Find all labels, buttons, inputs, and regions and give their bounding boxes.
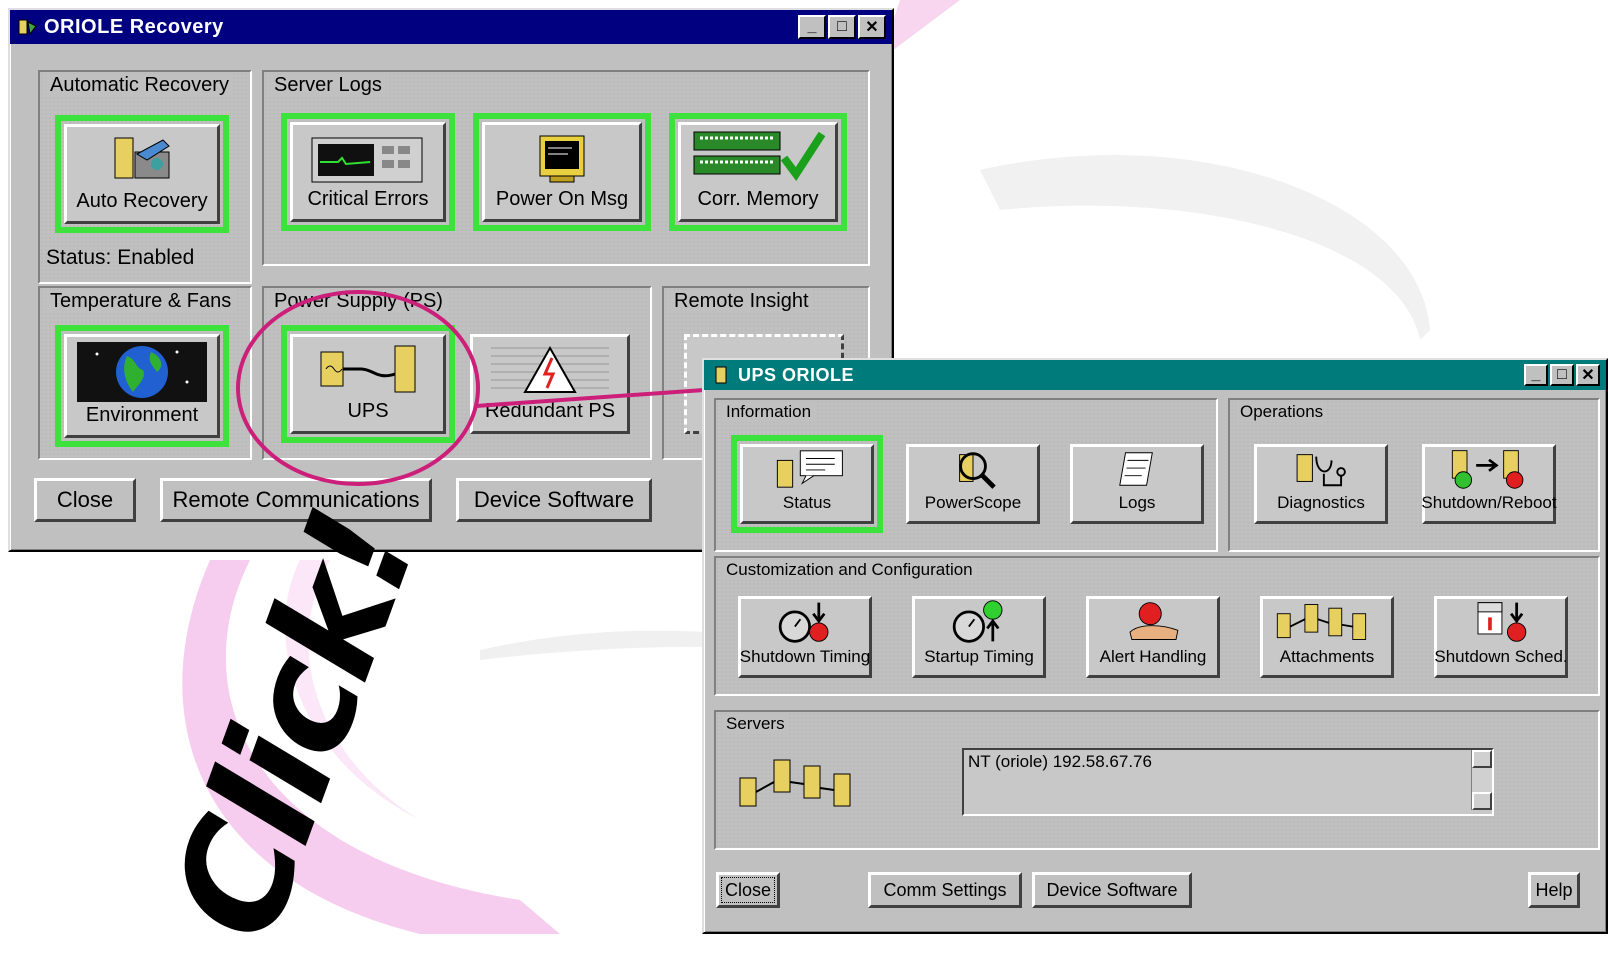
startup-timing-button[interactable]: Startup Timing	[912, 596, 1046, 678]
auto-recovery-button[interactable]: Auto Recovery	[55, 115, 229, 233]
automatic-recovery-group: Automatic Recovery Auto Recovery Status:…	[38, 70, 252, 284]
ups-title-bar[interactable]: UPS ORIOLE _ □ ✕	[704, 360, 1606, 390]
customization-group: Customization and Configuration Shutdown…	[714, 556, 1600, 696]
diagnostics-button[interactable]: Diagnostics	[1254, 444, 1388, 524]
corr-memory-label: Corr. Memory	[697, 188, 819, 210]
power-on-msg-button[interactable]: Power On Msg	[473, 113, 651, 231]
ups-button[interactable]: UPS	[281, 325, 455, 443]
shutdown-schedule-label: Shutdown Sched.	[1434, 647, 1568, 666]
recovery-app-icon	[18, 19, 37, 36]
alert-handling-button[interactable]: Alert Handling	[1086, 596, 1220, 678]
server-logs-label: Server Logs	[270, 74, 386, 97]
scroll-up-button[interactable]	[1472, 750, 1492, 768]
servers-network-icon	[1276, 604, 1367, 640]
ups-minimize-button[interactable]: _	[1524, 364, 1548, 386]
magnifier-icon	[959, 452, 996, 489]
servers-label: Servers	[722, 714, 789, 734]
operations-label: Operations	[1236, 402, 1328, 422]
scroll-down-button[interactable]	[1472, 792, 1492, 810]
startup-timing-label: Startup Timing	[924, 647, 1034, 666]
powerscope-button[interactable]: PowerScope	[906, 444, 1040, 524]
ups-window-title: UPS ORIOLE	[738, 364, 855, 385]
redundant-ps-label: Redundant PS	[484, 400, 616, 422]
recovery-device-software-button[interactable]: Device Software	[456, 478, 652, 522]
status-label: Status	[782, 493, 832, 512]
globe-icon	[77, 342, 207, 402]
monitor-device-icon	[311, 137, 423, 183]
redundant-ps-button[interactable]: Redundant PS	[470, 334, 630, 434]
power-on-msg-label: Power On Msg	[495, 188, 629, 210]
ups-label: UPS	[347, 400, 389, 422]
listbox-scrollbar[interactable]	[1471, 750, 1492, 810]
operations-group: Operations Diagnostics Shutdown/Reboot	[1228, 398, 1600, 552]
minimize-button[interactable]: _	[798, 15, 826, 39]
temperature-fans-group: Temperature & Fans Environment	[38, 286, 252, 460]
servers-listbox[interactable]: NT (oriole) 192.58.67.76	[962, 748, 1494, 816]
shutdown-schedule-button[interactable]: Shutdown Sched.	[1434, 596, 1568, 678]
stopwatch-up-icon	[952, 600, 1003, 643]
shutdown-reboot-icon	[1451, 450, 1524, 489]
recovery-status-text: Status: Enabled	[46, 246, 195, 269]
maximize-button[interactable]: □	[828, 15, 856, 39]
temperature-fans-label: Temperature & Fans	[46, 290, 236, 313]
customization-label: Customization and Configuration	[722, 560, 977, 580]
ups-device-software-button[interactable]: Device Software	[1032, 872, 1192, 908]
ups-maximize-button[interactable]: □	[1550, 364, 1574, 386]
ups-window: UPS ORIOLE _ □ ✕ Information Status Powe	[702, 358, 1608, 934]
status-icon	[776, 450, 843, 488]
information-label: Information	[722, 402, 816, 422]
close-window-button[interactable]: ✕	[858, 15, 886, 39]
memory-check-icon	[693, 131, 826, 181]
shutdown-timing-label: Shutdown Timing	[739, 647, 871, 666]
recovery-close-button[interactable]: Close	[34, 478, 136, 522]
ups-app-icon	[715, 366, 727, 384]
server-list-item[interactable]: NT (oriole) 192.58.67.76	[968, 752, 1152, 772]
toolbox-icon	[114, 137, 170, 179]
ups-server-icon	[320, 345, 416, 393]
ups-close-button[interactable]: Close	[716, 872, 780, 908]
remote-insight-label: Remote Insight	[670, 290, 813, 313]
environment-button[interactable]: Environment	[55, 325, 229, 447]
critical-errors-button[interactable]: Critical Errors	[281, 113, 455, 231]
notepad-icon	[1119, 452, 1153, 486]
calendar-icon	[1477, 602, 1527, 642]
power-supply-label: Power Supply (PS)	[270, 290, 447, 313]
warning-icon	[491, 345, 609, 393]
alert-handling-label: Alert Handling	[1099, 647, 1207, 666]
logs-button[interactable]: Logs	[1070, 444, 1204, 524]
power-supply-group: Power Supply (PS) UPS Redundant PS	[262, 286, 652, 460]
screen-message-icon	[539, 135, 585, 183]
logs-label: Logs	[1118, 493, 1156, 512]
stethoscope-icon	[1296, 454, 1346, 487]
alarm-hand-icon	[1129, 602, 1179, 640]
status-button[interactable]: Status	[731, 435, 883, 533]
information-group: Information Status PowerScope Logs	[714, 398, 1218, 552]
ups-close-window-button[interactable]: ✕	[1576, 364, 1600, 386]
corr-memory-button[interactable]: Corr. Memory	[669, 113, 847, 231]
servers-group: Servers NT (oriole) 192.58.67.76	[714, 710, 1600, 850]
attachments-label: Attachments	[1279, 647, 1375, 666]
recovery-title-bar[interactable]: ORIOLE Recovery _ □ ✕	[10, 10, 892, 44]
shutdown-timing-button[interactable]: Shutdown Timing	[738, 596, 872, 678]
help-button[interactable]: Help	[1528, 872, 1580, 908]
diagnostics-label: Diagnostics	[1277, 493, 1365, 512]
server-logs-group: Server Logs Critical Errors Power On Msg	[262, 70, 870, 266]
recovery-window-title: ORIOLE Recovery	[44, 15, 224, 38]
powerscope-label: PowerScope	[924, 493, 1022, 512]
critical-errors-label: Critical Errors	[307, 188, 429, 210]
environment-label: Environment	[85, 404, 199, 426]
attachments-button[interactable]: Attachments	[1260, 596, 1394, 678]
shutdown-reboot-button[interactable]: Shutdown/Reboot	[1421, 444, 1557, 524]
comm-settings-button[interactable]: Comm Settings	[868, 872, 1022, 908]
automatic-recovery-label: Automatic Recovery	[46, 74, 233, 97]
servers-icon	[739, 759, 851, 807]
stopwatch-down-icon	[778, 602, 829, 643]
shutdown-reboot-label: Shutdown/Reboot	[1421, 493, 1557, 512]
auto-recovery-label: Auto Recovery	[76, 190, 208, 212]
